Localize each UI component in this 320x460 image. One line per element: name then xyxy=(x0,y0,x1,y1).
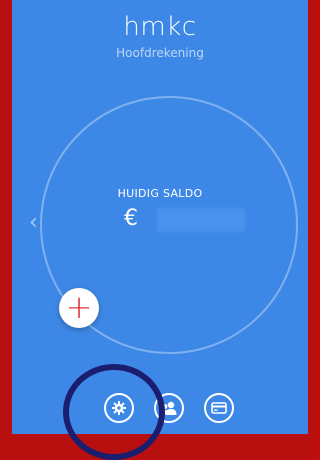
settings-button[interactable] xyxy=(104,393,134,423)
contacts-button[interactable] xyxy=(154,393,184,423)
app-screen: hmkc Hoofdrekening ‹ HUIDIG SALDO € + xyxy=(12,0,308,434)
account-title: hmkc xyxy=(123,12,197,42)
currency-symbol: € xyxy=(124,206,138,231)
app-frame: hmkc Hoofdrekening ‹ HUIDIG SALDO € + xyxy=(0,0,316,460)
card-icon xyxy=(211,402,227,414)
gear-icon xyxy=(112,401,126,415)
previous-account-chevron-icon[interactable]: ‹ xyxy=(29,210,38,235)
account-subtitle: Hoofdrekening xyxy=(116,46,204,60)
people-icon xyxy=(161,401,177,415)
balance-label: HUIDIG SALDO xyxy=(117,187,203,200)
cards-button[interactable] xyxy=(204,393,234,423)
add-button[interactable]: + xyxy=(59,288,99,328)
masked-balance-amount xyxy=(157,208,245,232)
